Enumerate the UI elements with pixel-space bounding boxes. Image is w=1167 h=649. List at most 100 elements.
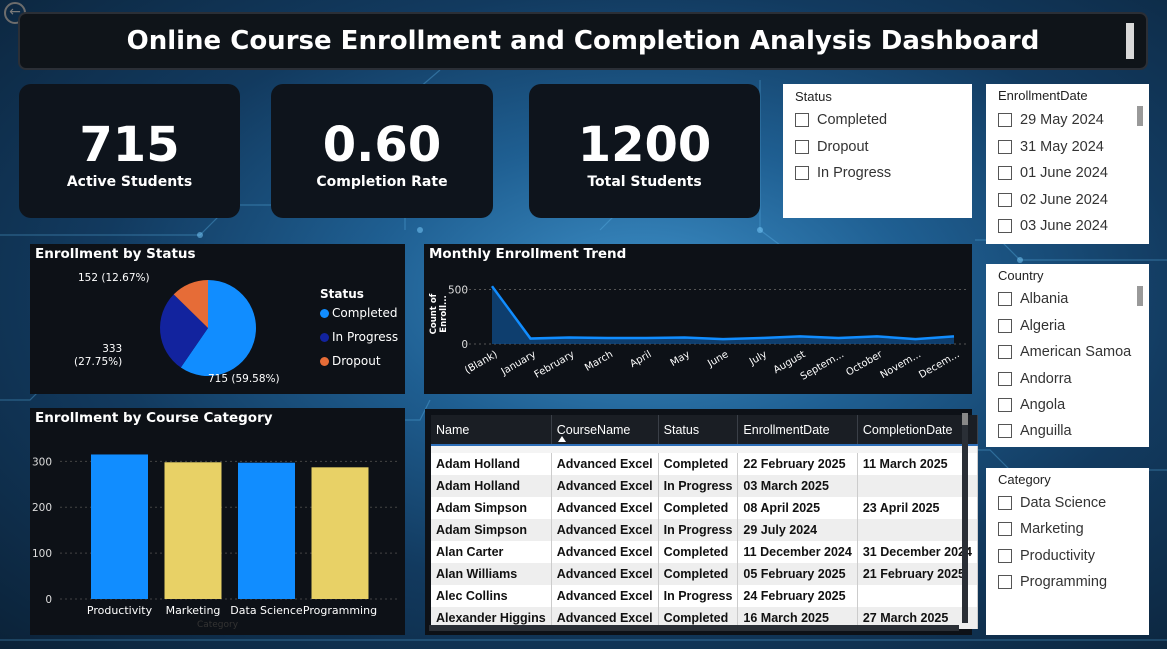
table-row[interactable]: Adam Holland Advanced Excel Completed 22 Fe… — [431, 453, 978, 475]
kpi-label: Total Students — [587, 174, 702, 190]
table-cell: 11 December 2024 — [737, 541, 858, 563]
x-tick-label: March — [583, 349, 615, 374]
legend-item-completed[interactable]: Completed — [320, 306, 397, 320]
checkbox-icon[interactable] — [998, 292, 1012, 306]
category-slicer: Category Data Science Marketing Producti… — [986, 468, 1149, 635]
checkbox-icon[interactable] — [998, 193, 1012, 207]
checkbox-icon[interactable] — [998, 398, 1012, 412]
x-tick-label: Productivity — [87, 604, 153, 617]
title-bar: Online Course Enrollment and Completion … — [18, 12, 1148, 70]
slicer-title: Category — [998, 472, 1051, 487]
category-option[interactable]: Productivity — [998, 546, 1095, 566]
table-cell: Advanced Excel — [551, 497, 659, 519]
table-cell: Adam Simpson — [431, 519, 552, 541]
status-option-dropout[interactable]: Dropout — [795, 137, 869, 157]
table-horizontal-scrollbar[interactable] — [429, 625, 959, 631]
scrollbar-thumb[interactable] — [1137, 286, 1143, 306]
table-row[interactable]: Adam Simpson Advanced Excel Completed 08 Ap… — [431, 497, 978, 519]
bar-programming[interactable] — [311, 467, 369, 599]
checkbox-icon[interactable] — [795, 166, 809, 180]
checkbox-icon[interactable] — [998, 113, 1012, 127]
checkbox-icon[interactable] — [998, 319, 1012, 333]
scrollbar-thumb[interactable] — [1137, 106, 1143, 126]
date-option[interactable]: 29 May 2024 — [998, 110, 1104, 130]
bar-marketing[interactable] — [164, 462, 222, 599]
category-option[interactable]: Programming — [998, 572, 1107, 592]
bar-productivity[interactable] — [91, 454, 148, 599]
checkbox-icon[interactable] — [998, 219, 1012, 233]
table-row[interactable]: Alec Collins Advanced Excel In Progress 24 … — [431, 585, 978, 607]
checkbox-icon[interactable] — [998, 522, 1012, 536]
column-header-enrollmentdate[interactable]: EnrollmentDate — [737, 415, 858, 446]
bar-data-science[interactable] — [238, 462, 295, 599]
table-cell: 29 July 2024 — [737, 519, 858, 541]
country-option[interactable]: American Samoa — [998, 342, 1131, 362]
table-row[interactable]: Adam Simpson Advanced Excel In Progress 29 … — [431, 519, 978, 541]
table-row[interactable]: Alan Williams Advanced Excel Completed 05 F… — [431, 563, 978, 585]
x-tick-label: January — [499, 349, 538, 378]
column-header-coursename[interactable]: CourseName — [551, 415, 659, 446]
table-cell: 11 March 2025 — [857, 453, 978, 475]
country-option[interactable]: Albania — [998, 289, 1068, 309]
enrollment-by-status-chart: Enrollment by Status 152 (12.67%) 333 (2… — [30, 244, 405, 394]
column-header-completiondate[interactable]: CompletionDate — [857, 415, 978, 446]
x-tick-label: Data Science — [230, 604, 303, 617]
checkbox-icon[interactable] — [998, 140, 1012, 154]
legend-item-dropout[interactable]: Dropout — [320, 354, 381, 368]
table-cell: 22 February 2025 — [737, 453, 858, 475]
table-scrollbar[interactable] — [962, 413, 968, 623]
x-tick-label: Programming — [303, 604, 377, 617]
country-option[interactable]: Algeria — [998, 316, 1065, 336]
date-option[interactable]: 03 June 2024 — [998, 216, 1108, 236]
kpi-card-completion-rate: 0.60 Completion Rate — [271, 84, 493, 218]
table-cell: Advanced Excel — [551, 585, 659, 607]
country-option[interactable]: Andorra — [998, 369, 1072, 389]
table-cell: Advanced Excel — [551, 519, 659, 541]
checkbox-icon[interactable] — [998, 549, 1012, 563]
table-cell: Adam Holland — [431, 453, 552, 475]
checkbox-icon[interactable] — [998, 166, 1012, 180]
table-cell: Adam Simpson — [431, 497, 552, 519]
scrollbar-thumb[interactable] — [962, 413, 968, 425]
sort-ascending-icon[interactable] — [557, 436, 566, 442]
legend-item-in-progress[interactable]: In Progress — [320, 330, 398, 344]
country-slicer: Country Albania Algeria American Samoa A… — [986, 264, 1149, 447]
kpi-card-active-students: 715 Active Students — [19, 84, 240, 218]
status-option-in-progress[interactable]: In Progress — [795, 163, 891, 183]
country-option[interactable]: Anguilla — [998, 421, 1072, 441]
category-option[interactable]: Marketing — [998, 519, 1084, 539]
x-tick-label: April — [628, 349, 653, 370]
checkbox-icon[interactable] — [795, 113, 809, 127]
table-cell: Completed — [658, 563, 739, 585]
date-option[interactable]: 01 June 2024 — [998, 163, 1108, 183]
column-header-status[interactable]: Status — [658, 415, 739, 446]
pie-label-completed: 715 (59.58%) — [208, 373, 280, 385]
checkbox-icon[interactable] — [998, 424, 1012, 438]
column-header-name[interactable]: Name — [431, 415, 552, 446]
table-row[interactable]: Adam Holland Advanced Excel In Progress 03 … — [431, 475, 978, 497]
checkbox-icon[interactable] — [998, 345, 1012, 359]
date-option[interactable]: 02 June 2024 — [998, 190, 1108, 210]
table-cell: 21 February 2025 — [857, 563, 978, 585]
table-cell: Advanced Excel — [551, 541, 659, 563]
x-tick-label: Decem... — [917, 349, 961, 381]
series-line[interactable] — [490, 285, 955, 341]
table-row[interactable]: Alan Carter Advanced Excel Completed 11 Dec… — [431, 541, 978, 563]
status-option-completed[interactable]: Completed — [795, 110, 887, 130]
table-cell: Alec Collins — [431, 585, 552, 607]
checkbox-icon[interactable] — [795, 140, 809, 154]
table-cell: Completed — [658, 453, 739, 475]
table-cell: In Progress — [658, 585, 739, 607]
category-option[interactable]: Data Science — [998, 493, 1106, 513]
table-cell — [857, 475, 978, 497]
y-tick-label: 200 — [32, 502, 52, 514]
x-tick-label: (Blank) — [463, 349, 500, 376]
checkbox-icon[interactable] — [998, 372, 1012, 386]
date-option[interactable]: 31 May 2024 — [998, 137, 1104, 157]
title-accent-bar — [1126, 23, 1134, 59]
checkbox-icon[interactable] — [998, 575, 1012, 589]
checkbox-icon[interactable] — [998, 496, 1012, 510]
x-tick-label: May — [669, 349, 692, 369]
table-cell — [857, 585, 978, 607]
country-option[interactable]: Angola — [998, 395, 1065, 415]
